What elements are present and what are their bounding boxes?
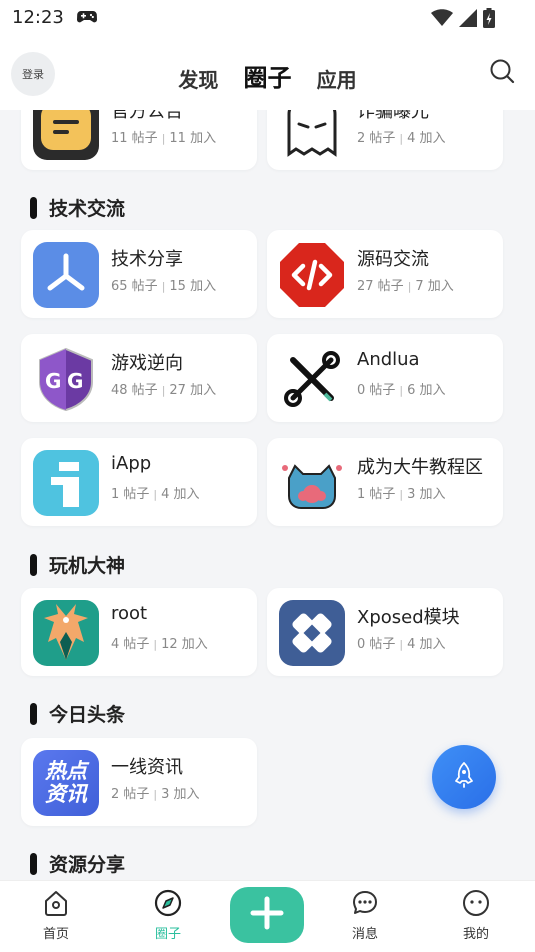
search-icon[interactable]: [489, 58, 515, 88]
profile-face-icon: [462, 890, 490, 921]
announcement-icon: [33, 110, 99, 160]
nav-home-label: 首页: [42, 927, 69, 942]
circle-stats: 2 帖子 | 4 加入: [357, 131, 446, 146]
svg-text:G: G: [45, 369, 61, 393]
circle-card-news[interactable]: 热点资讯 一线资讯 2 帖子 | 3 加入: [21, 738, 257, 826]
circle-name: 源码交流: [357, 249, 429, 270]
cute-cat-icon: [279, 450, 345, 516]
circle-stats: 11 帖子 | 11 加入: [111, 131, 217, 146]
plus-icon: [250, 896, 284, 934]
circle-card-root[interactable]: root 4 帖子 | 12 加入: [21, 588, 257, 676]
tools-icon: [279, 346, 345, 412]
rocket-fab-button[interactable]: [432, 745, 496, 809]
circle-card-iapp[interactable]: iApp 1 帖子 | 4 加入: [21, 438, 257, 526]
wifi-icon: [431, 9, 453, 31]
circle-card-source-code[interactable]: 源码交流 27 帖子 | 7 加入: [267, 230, 503, 318]
circle-name: 诈骗曝光: [357, 110, 429, 122]
tab-apps[interactable]: 应用: [317, 64, 357, 93]
status-time: 12:23: [12, 7, 64, 28]
source-code-icon: [279, 242, 345, 308]
circle-card-fraud-exposure[interactable]: 诈骗曝光 2 帖子 | 4 加入: [267, 110, 503, 170]
nav-profile[interactable]: 我的: [441, 889, 511, 942]
nav-home[interactable]: 首页: [21, 889, 91, 942]
game-guardian-icon: GG: [33, 346, 99, 412]
circle-name: Andlua: [357, 349, 420, 370]
section-title-headlines: 今日头条: [30, 700, 125, 727]
circle-name: 技术分享: [111, 249, 183, 270]
circle-name: Xposed模块: [357, 607, 460, 628]
circle-card-game-reverse[interactable]: GG 游戏逆向 48 帖子 | 27 加入: [21, 334, 257, 422]
circle-stats: 0 帖子 | 4 加入: [357, 637, 446, 652]
circle-card-xposed[interactable]: Xposed模块 0 帖子 | 4 加入: [267, 588, 503, 676]
tab-discover[interactable]: 发现: [178, 64, 218, 93]
circle-name: iApp: [111, 453, 152, 474]
magisk-icon: [33, 600, 99, 666]
section-title-tech: 技术交流: [30, 194, 125, 221]
nav-messages-label: 消息: [351, 927, 378, 942]
home-icon: [42, 891, 70, 921]
nav-messages[interactable]: 消息: [330, 889, 400, 942]
section-title-resources: 资源分享: [30, 850, 125, 877]
circle-name: 成为大牛教程区: [357, 457, 483, 478]
gamepad-icon: [76, 9, 98, 28]
circle-stats: 1 帖子 | 4 加入: [111, 487, 200, 502]
ghost-icon: [279, 110, 345, 160]
battery-icon: [483, 8, 495, 32]
circle-stats: 27 帖子 | 7 加入: [357, 279, 454, 294]
circle-card-announcement[interactable]: 官方公告 11 帖子 | 11 加入: [21, 110, 257, 170]
compass-icon: [154, 889, 182, 921]
chat-icon: [350, 891, 380, 921]
circle-name: root: [111, 603, 148, 624]
svg-text:G: G: [67, 369, 83, 393]
tab-circles[interactable]: 圈子: [244, 58, 292, 93]
rocket-icon: [453, 762, 475, 792]
nav-circles[interactable]: 圈子: [133, 889, 203, 942]
signal-icon: [459, 9, 477, 31]
circle-card-andlua[interactable]: Andlua 0 帖子 | 6 加入: [267, 334, 503, 422]
nav-profile-label: 我的: [462, 927, 489, 942]
circle-card-tech-share[interactable]: 技术分享 65 帖子 | 15 加入: [21, 230, 257, 318]
top-tabs: 发现 圈子 应用: [0, 58, 535, 93]
circle-stats: 48 帖子 | 27 加入: [111, 383, 217, 398]
tech-share-icon: [33, 242, 99, 308]
circle-card-tutorial[interactable]: 成为大牛教程区 1 帖子 | 3 加入: [267, 438, 503, 526]
section-title-phone-gurus: 玩机大神: [30, 551, 125, 578]
circle-stats: 0 帖子 | 6 加入: [357, 383, 446, 398]
hot-news-icon: 热点资讯: [33, 750, 99, 816]
status-icons: [431, 8, 495, 32]
top-bar: 登录 发现 圈子 应用: [0, 38, 535, 110]
circle-name: 游戏逆向: [111, 353, 183, 374]
iapp-icon: [33, 450, 99, 516]
circle-stats: 4 帖子 | 12 加入: [111, 637, 208, 652]
circle-name: 一线资讯: [111, 757, 183, 778]
circle-stats: 1 帖子 | 3 加入: [357, 487, 446, 502]
add-post-button[interactable]: [230, 887, 304, 943]
circle-stats: 65 帖子 | 15 加入: [111, 279, 217, 294]
xposed-icon: [279, 600, 345, 666]
nav-circles-label: 圈子: [154, 927, 181, 942]
status-bar: 12:23: [0, 0, 535, 38]
bottom-nav: 首页 圈子 消息 我的: [0, 880, 535, 952]
circle-name: 官方公告: [111, 110, 183, 122]
circle-stats: 2 帖子 | 3 加入: [111, 787, 200, 802]
